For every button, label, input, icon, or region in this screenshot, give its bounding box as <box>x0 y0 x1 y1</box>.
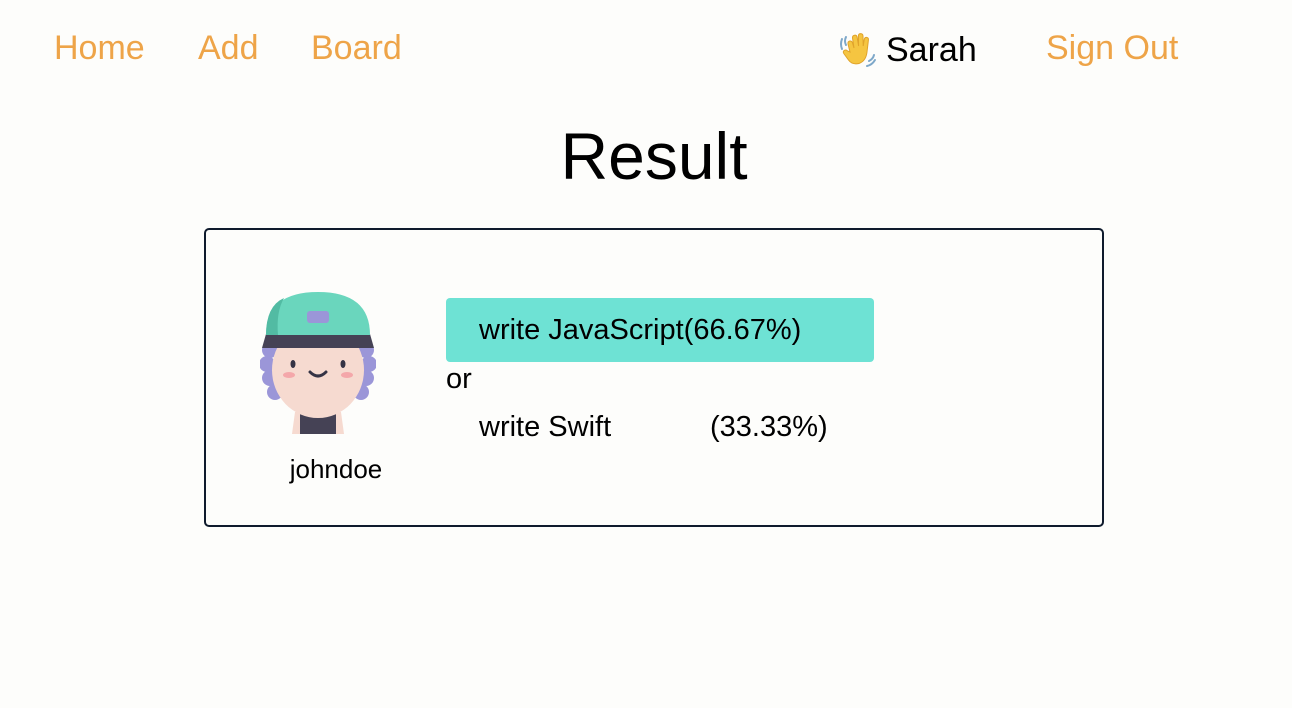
user-greeting: Sarah <box>838 28 977 72</box>
options-separator: or <box>446 363 472 395</box>
avatar-boy-cap-icon <box>259 292 377 434</box>
nav-board-link[interactable]: Board <box>311 26 402 70</box>
page-title: Result <box>560 119 748 193</box>
option-one-percent: (66.67%) <box>683 313 802 346</box>
waving-hand-icon <box>838 30 878 70</box>
option-two-percent: (33.33%) <box>710 410 828 443</box>
nav-home-link[interactable]: Home <box>54 26 145 70</box>
option-one-text: write JavaScript <box>479 313 684 346</box>
nav-add-link[interactable]: Add <box>198 26 259 70</box>
option-one-result: write JavaScript (66.67%) <box>446 298 874 362</box>
user-name: Sarah <box>886 31 977 69</box>
sign-out-link[interactable]: Sign Out <box>1046 26 1178 70</box>
option-two-result: write Swift (33.33%) <box>446 395 874 459</box>
author-username: johndoe <box>289 454 383 484</box>
result-card: johndoe write JavaScript (66.67%) or writ… <box>204 228 1104 527</box>
option-two-text: write Swift <box>479 410 612 443</box>
